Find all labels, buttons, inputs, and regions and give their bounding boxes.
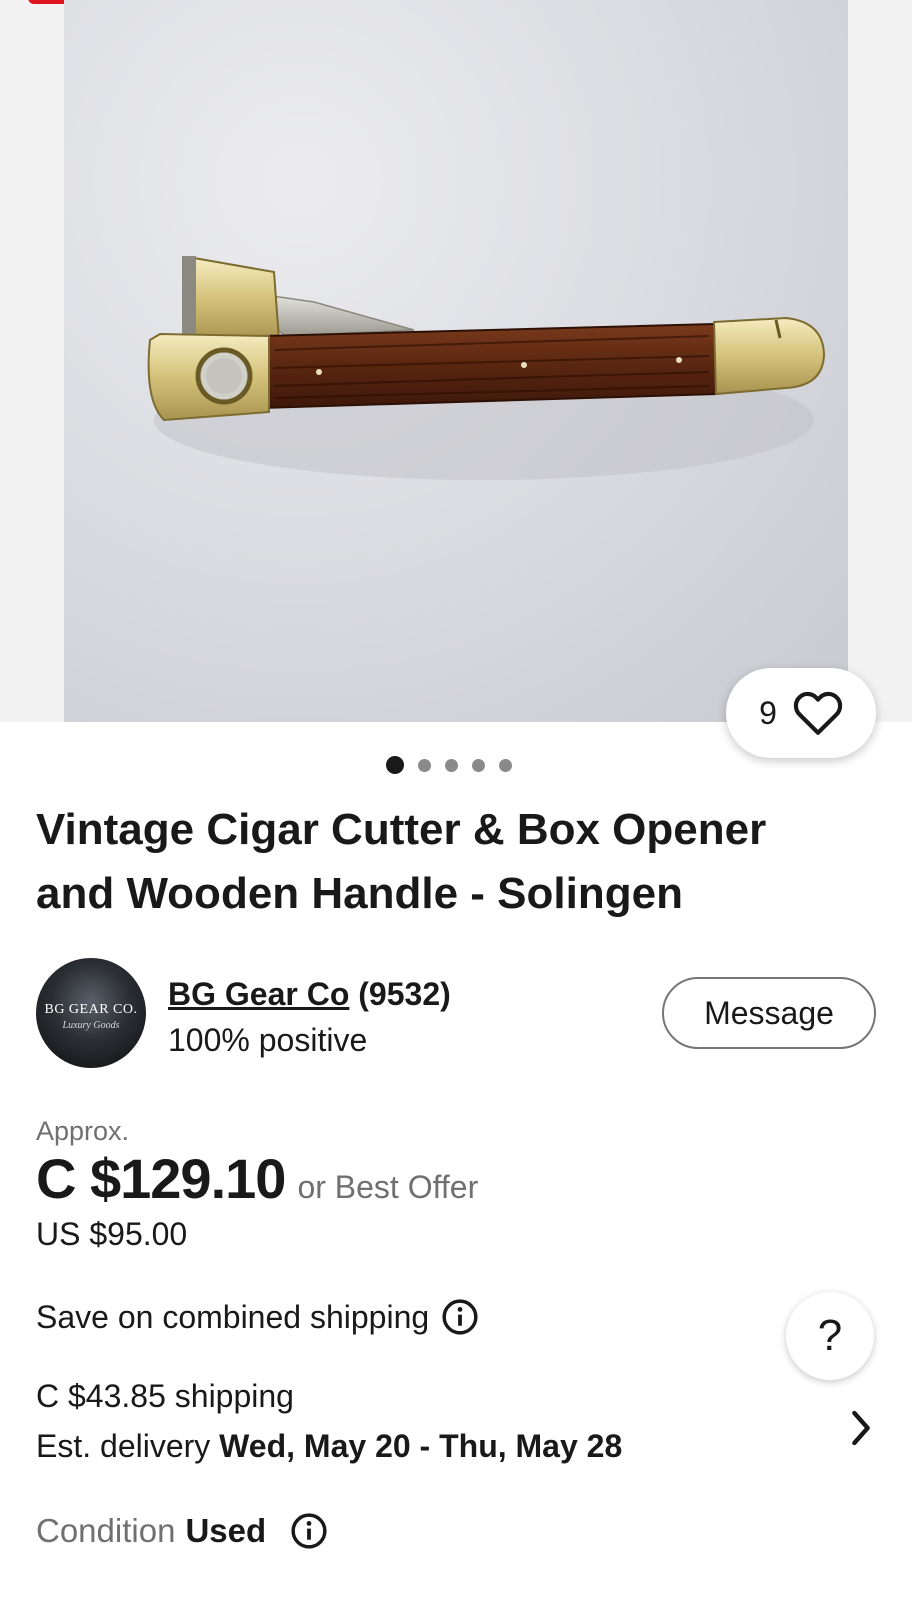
heart-icon bbox=[793, 691, 843, 735]
info-icon[interactable] bbox=[441, 1298, 479, 1336]
pagination-dot-4[interactable] bbox=[472, 758, 485, 772]
listing-title-line-1: Vintage Cigar Cutter & Box Opener bbox=[36, 805, 767, 854]
seller-feedback-score: (9532) bbox=[358, 976, 451, 1012]
est-delivery-range: Wed, May 20 - Thu, May 28 bbox=[219, 1428, 623, 1464]
seller-name-line: BG Gear Co (9532) bbox=[168, 976, 451, 1013]
original-price: US $95.00 bbox=[36, 1216, 188, 1252]
cigar-cutter-image bbox=[147, 256, 826, 480]
info-icon[interactable] bbox=[290, 1512, 328, 1550]
listing-title-line-2: and Wooden Handle - Solingen bbox=[36, 869, 683, 918]
est-delivery-label: Est. delivery bbox=[36, 1428, 211, 1464]
watch-button[interactable]: 9 bbox=[726, 668, 876, 758]
pagination-dot-5[interactable] bbox=[499, 758, 512, 772]
seller-logo-subtext: Luxury Goods bbox=[62, 1020, 120, 1031]
seller-logo-text: BG GEAR CO. bbox=[44, 1002, 138, 1017]
estimated-delivery: Est. delivery Wed, May 20 - Thu, May 28 bbox=[36, 1428, 622, 1465]
chevron-right-icon[interactable] bbox=[846, 1408, 876, 1448]
shipping-row[interactable]: C $43.85 shipping Est. delivery Wed, May… bbox=[36, 1378, 876, 1478]
seller-avatar[interactable]: BG GEAR CO. Luxury Goods bbox=[36, 958, 146, 1068]
help-button[interactable]: ? bbox=[786, 1292, 874, 1380]
pagination-dot-1[interactable] bbox=[386, 756, 404, 774]
seller-card: BG GEAR CO. Luxury Goods BG Gear Co (953… bbox=[36, 958, 876, 1068]
converted-price: C $129.10 bbox=[36, 1147, 286, 1210]
message-button[interactable]: Message bbox=[662, 977, 876, 1049]
approx-label: Approx. bbox=[36, 1116, 130, 1146]
condition-row: Condition Used bbox=[36, 1512, 328, 1550]
price-line: C $129.10 or Best Offer bbox=[36, 1146, 478, 1211]
product-photo[interactable] bbox=[64, 0, 848, 722]
pagination-dot-2[interactable] bbox=[418, 758, 431, 772]
condition-value: Used bbox=[185, 1512, 267, 1549]
gallery-pagination bbox=[0, 756, 912, 774]
listing-title: Vintage Cigar Cutter & Box Opener and Wo… bbox=[36, 798, 876, 926]
best-offer-label: or Best Offer bbox=[297, 1169, 479, 1205]
image-gallery[interactable] bbox=[0, 0, 912, 722]
pagination-dot-3[interactable] bbox=[445, 758, 458, 772]
condition-label: Condition bbox=[36, 1512, 176, 1549]
seller-name-link[interactable]: BG Gear Co bbox=[168, 976, 349, 1012]
seller-feedback-percent: 100% positive bbox=[168, 1022, 368, 1058]
shipping-cost: C $43.85 shipping bbox=[36, 1378, 294, 1414]
combined-shipping: Save on combined shipping bbox=[36, 1298, 479, 1336]
watch-count: 9 bbox=[759, 694, 777, 731]
combined-shipping-label: Save on combined shipping bbox=[36, 1298, 430, 1335]
